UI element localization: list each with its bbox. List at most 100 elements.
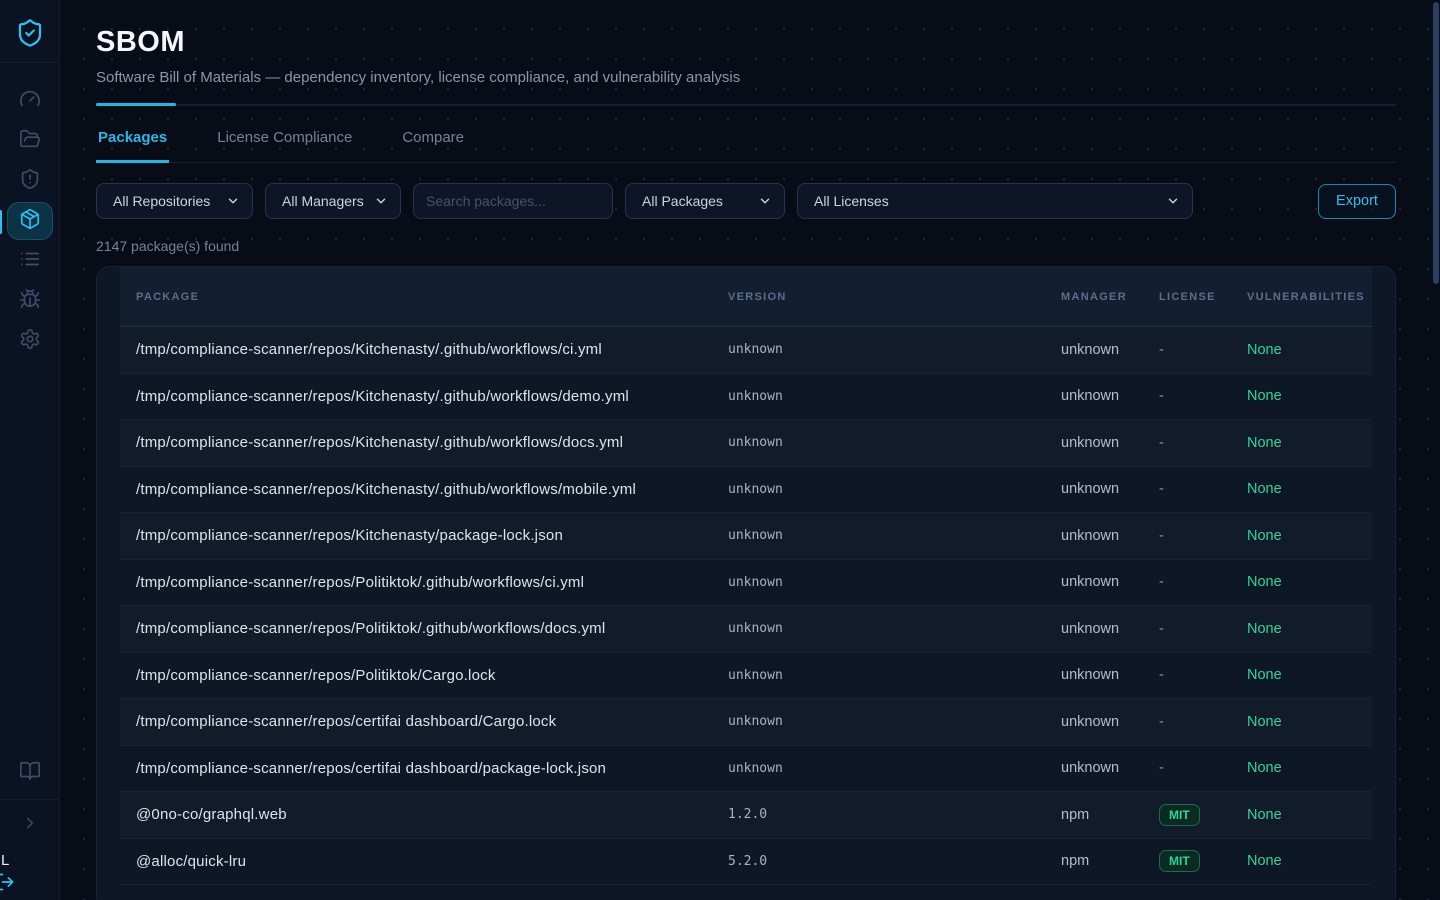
vulnerabilities-value: None bbox=[1247, 807, 1372, 823]
package-version: unknown bbox=[728, 761, 1061, 776]
table-row[interactable]: /tmp/compliance-scanner/repos/Kitchenast… bbox=[120, 513, 1372, 560]
search-field bbox=[413, 183, 613, 219]
vulnerabilities-value: None bbox=[1247, 667, 1372, 683]
license-value: - bbox=[1159, 574, 1164, 590]
tab-packages[interactable]: Packages bbox=[96, 129, 169, 163]
logout-icon[interactable] bbox=[0, 872, 15, 897]
license-value: - bbox=[1159, 435, 1164, 451]
manager-select[interactable]: All Managers bbox=[265, 183, 401, 219]
sidebar-divider bbox=[0, 799, 60, 800]
sidebar-nav bbox=[0, 63, 59, 361]
license-value: - bbox=[1159, 388, 1164, 404]
sidebar-item-dashboard[interactable] bbox=[7, 81, 53, 121]
package-manager: unknown bbox=[1061, 714, 1159, 730]
package-manager: unknown bbox=[1061, 435, 1159, 451]
table-row[interactable]: /tmp/compliance-scanner/repos/Politiktok… bbox=[120, 606, 1372, 653]
table-row[interactable]: /tmp/compliance-scanner/repos/certifai d… bbox=[120, 746, 1372, 793]
clipped-label: L bbox=[1, 852, 9, 869]
license-value: - bbox=[1159, 481, 1164, 497]
package-license: - bbox=[1159, 528, 1247, 544]
tab-license-compliance[interactable]: License Compliance bbox=[215, 129, 354, 163]
main-content: SBOM Software Bill of Materials — depend… bbox=[60, 0, 1440, 900]
table-row[interactable]: /tmp/compliance-scanner/repos/Politiktok… bbox=[120, 653, 1372, 700]
package-manager: unknown bbox=[1061, 388, 1159, 404]
sidebar-item-security[interactable] bbox=[7, 161, 53, 201]
package-version: unknown bbox=[728, 714, 1061, 729]
package-version: unknown bbox=[728, 482, 1061, 497]
book-open-icon bbox=[19, 760, 41, 787]
sidebar-item-issues[interactable] bbox=[7, 281, 53, 321]
package-manager: unknown bbox=[1061, 574, 1159, 590]
collapse-sidebar-button[interactable] bbox=[7, 808, 53, 842]
table-row[interactable]: /tmp/compliance-scanner/repos/Kitchenast… bbox=[120, 420, 1372, 467]
sidebar-item-settings[interactable] bbox=[7, 321, 53, 361]
package-version: unknown bbox=[728, 389, 1061, 404]
license-value: - bbox=[1159, 342, 1164, 358]
bug-icon bbox=[19, 288, 41, 315]
table-row[interactable]: /tmp/compliance-scanner/repos/Kitchenast… bbox=[120, 327, 1372, 374]
package-manager: unknown bbox=[1061, 621, 1159, 637]
package-name: /tmp/compliance-scanner/repos/Kitchenast… bbox=[120, 527, 728, 544]
license-badge: MIT bbox=[1159, 850, 1200, 872]
manager-select-value: All Managers bbox=[282, 193, 364, 209]
search-input[interactable] bbox=[426, 193, 600, 209]
table-row[interactable]: /tmp/compliance-scanner/repos/Kitchenast… bbox=[120, 374, 1372, 421]
sidebar-item-packages[interactable] bbox=[7, 202, 53, 240]
table-row[interactable]: /tmp/compliance-scanner/repos/Kitchenast… bbox=[120, 467, 1372, 514]
package-manager: unknown bbox=[1061, 342, 1159, 358]
repository-select-value: All Repositories bbox=[113, 193, 210, 209]
table-row[interactable]: /tmp/compliance-scanner/repos/Politiktok… bbox=[120, 560, 1372, 607]
package-license: - bbox=[1159, 481, 1247, 497]
repository-select[interactable]: All Repositories bbox=[96, 183, 253, 219]
sidebar-bottom: L bbox=[0, 753, 59, 900]
results-count: 2147 package(s) found bbox=[96, 238, 1396, 254]
vulnerabilities-value: None bbox=[1247, 714, 1372, 730]
license-value: - bbox=[1159, 667, 1164, 683]
column-header-license: License bbox=[1159, 291, 1247, 303]
chevron-down-icon bbox=[374, 194, 388, 208]
package-license: - bbox=[1159, 574, 1247, 590]
active-indicator bbox=[0, 210, 2, 234]
package-version: 1.2.0 bbox=[728, 807, 1061, 822]
chevron-down-icon bbox=[1166, 194, 1180, 208]
package-name: /tmp/compliance-scanner/repos/Kitchenast… bbox=[120, 481, 728, 498]
table-row[interactable]: @alloc/quick-lru5.2.0npmMITNone bbox=[120, 839, 1372, 886]
table-row[interactable]: /tmp/compliance-scanner/repos/certifai d… bbox=[120, 699, 1372, 746]
app-logo[interactable] bbox=[15, 0, 45, 62]
vertical-scrollbar[interactable] bbox=[1433, 2, 1439, 284]
table-row[interactable]: @0no-co/graphql.web1.2.0npmMITNone bbox=[120, 792, 1372, 839]
package-license: MIT bbox=[1159, 804, 1247, 826]
chevron-down-icon bbox=[226, 194, 240, 208]
package-name: /tmp/compliance-scanner/repos/Politiktok… bbox=[120, 620, 728, 637]
vulnerabilities-value: None bbox=[1247, 342, 1372, 358]
gauge-icon bbox=[19, 88, 41, 115]
sidebar-item-reports[interactable] bbox=[7, 241, 53, 281]
package-version: 5.2.0 bbox=[728, 854, 1061, 869]
vulnerabilities-value: None bbox=[1247, 760, 1372, 776]
tab-bar: Packages License Compliance Compare bbox=[96, 129, 1396, 163]
license-value: - bbox=[1159, 621, 1164, 637]
package-license: MIT bbox=[1159, 850, 1247, 872]
package-manager: npm bbox=[1061, 807, 1159, 823]
package-manager: unknown bbox=[1061, 667, 1159, 683]
package-name: /tmp/compliance-scanner/repos/Kitchenast… bbox=[120, 388, 728, 405]
package-name: /tmp/compliance-scanner/repos/Kitchenast… bbox=[120, 434, 728, 451]
sidebar: L bbox=[0, 0, 60, 900]
license-select[interactable]: All Licenses bbox=[797, 183, 1193, 219]
package-version: unknown bbox=[728, 435, 1061, 450]
package-type-select[interactable]: All Packages bbox=[625, 183, 785, 219]
sidebar-item-repositories[interactable] bbox=[7, 121, 53, 161]
package-license: - bbox=[1159, 388, 1247, 404]
vulnerabilities-value: None bbox=[1247, 621, 1372, 637]
vulnerabilities-value: None bbox=[1247, 574, 1372, 590]
package-manager: unknown bbox=[1061, 760, 1159, 776]
package-icon bbox=[19, 208, 41, 235]
package-name: @alloc/quick-lru bbox=[120, 853, 728, 870]
package-license: - bbox=[1159, 667, 1247, 683]
package-manager: unknown bbox=[1061, 528, 1159, 544]
tab-compare[interactable]: Compare bbox=[400, 129, 466, 163]
sidebar-item-docs[interactable] bbox=[7, 753, 53, 793]
vulnerabilities-value: None bbox=[1247, 528, 1372, 544]
export-button[interactable]: Export bbox=[1318, 184, 1396, 219]
column-header-manager: Manager bbox=[1061, 291, 1159, 303]
